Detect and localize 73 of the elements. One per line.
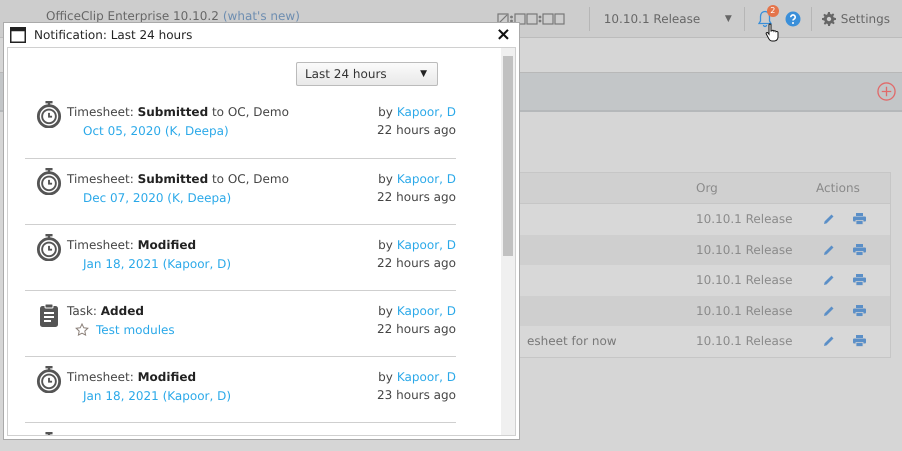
author-link[interactable]: Kapoor, D	[396, 103, 456, 121]
pencil-icon	[823, 213, 835, 226]
dialog-title: Notification: Last 24 hours	[34, 28, 194, 42]
edit-button[interactable]	[823, 274, 835, 286]
stopwatch-icon	[36, 167, 62, 195]
table-cell: 10.10.1 Release	[696, 304, 793, 318]
timer-boxes-icon	[496, 12, 565, 24]
record-link[interactable]: Jan 18, 2021 (Kapoor, D)	[83, 389, 232, 403]
gear-icon	[822, 12, 836, 26]
record-link[interactable]: Test modules	[96, 323, 175, 337]
notification-summary: Timesheet: Submitted to OC, Demo	[67, 171, 290, 188]
record-link[interactable]: Dec 07, 2020 (K, Deepa)	[83, 191, 232, 205]
edit-button[interactable]	[823, 304, 835, 317]
printer-icon	[853, 213, 866, 226]
add-icon	[877, 82, 896, 101]
pencil-icon	[823, 274, 835, 286]
table-cell: 10.10.1 Release	[696, 273, 793, 288]
product-title: OfficeClip Enterprise 10.10.2	[46, 8, 219, 22]
scrollbar[interactable]	[501, 48, 515, 435]
whats-new-link[interactable]: (what's new)	[222, 8, 300, 22]
print-button[interactable]	[853, 244, 866, 256]
notification-summary: Timesheet: Modified	[67, 369, 198, 386]
printer-icon	[853, 304, 866, 317]
clipboard-icon	[39, 303, 59, 328]
column-header: Org	[696, 181, 719, 195]
notification-badge: 2	[766, 4, 779, 16]
printer-icon	[853, 244, 866, 256]
table-cell: 10.10.1 Release	[696, 212, 793, 226]
notification-summary: Task: Added	[67, 303, 145, 320]
pencil-icon	[823, 304, 835, 317]
column-header: Actions	[816, 181, 861, 195]
record-link[interactable]: Jan 18, 2021 (Kapoor, D)	[83, 257, 232, 271]
stopwatch-icon	[36, 233, 62, 261]
stopwatch-icon	[36, 365, 62, 393]
by-label: by	[378, 171, 393, 188]
author-link[interactable]: Kapoor, D	[396, 170, 456, 188]
time-ago: 22 hours ago	[377, 255, 456, 272]
time-ago: 22 hours ago	[377, 189, 456, 206]
time-ago: 23 hours ago	[377, 387, 456, 404]
printer-icon	[853, 274, 866, 286]
table-cell: 10.10.1 Release	[696, 242, 793, 257]
author-link[interactable]: Kapoor, D	[396, 302, 456, 320]
pencil-icon	[823, 335, 835, 348]
print-button[interactable]	[853, 335, 866, 348]
print-button[interactable]	[853, 213, 866, 226]
time-ago: 22 hours ago	[377, 122, 456, 139]
notification-summary: Timesheet: Submitted to OC, Demo	[67, 104, 290, 121]
table-cell: esheet for now	[527, 334, 617, 348]
record-link[interactable]: Oct 05, 2020 (K, Deepa)	[83, 124, 229, 138]
edit-button[interactable]	[823, 244, 835, 256]
edit-button[interactable]	[823, 213, 835, 226]
by-label: by	[378, 303, 393, 320]
help-icon	[784, 10, 801, 26]
by-label: by	[378, 369, 393, 386]
notification-summary: Timesheet: Modified	[67, 237, 198, 254]
time-range-dropdown[interactable]: Last 24 hours ▼	[296, 62, 438, 86]
by-label: by	[378, 237, 393, 254]
print-button[interactable]	[853, 274, 866, 286]
pencil-icon	[823, 244, 835, 256]
printer-icon	[853, 335, 866, 348]
org-dropdown[interactable]: 10.10.1 Release ▼	[600, 12, 734, 26]
by-label: by	[378, 104, 393, 121]
close-button[interactable]: ×	[494, 26, 513, 44]
stopwatch-icon	[36, 100, 62, 128]
settings-button[interactable]: Settings	[822, 12, 890, 26]
time-ago: 22 hours ago	[377, 321, 456, 338]
window-icon	[10, 27, 26, 43]
author-link[interactable]: Kapoor, D	[396, 236, 456, 254]
print-button[interactable]	[853, 304, 866, 317]
table-cell: 10.10.1 Release	[696, 334, 793, 348]
edit-button[interactable]	[823, 335, 835, 348]
hand-cursor-icon	[764, 22, 779, 42]
author-link[interactable]: Kapoor, D	[396, 368, 456, 386]
